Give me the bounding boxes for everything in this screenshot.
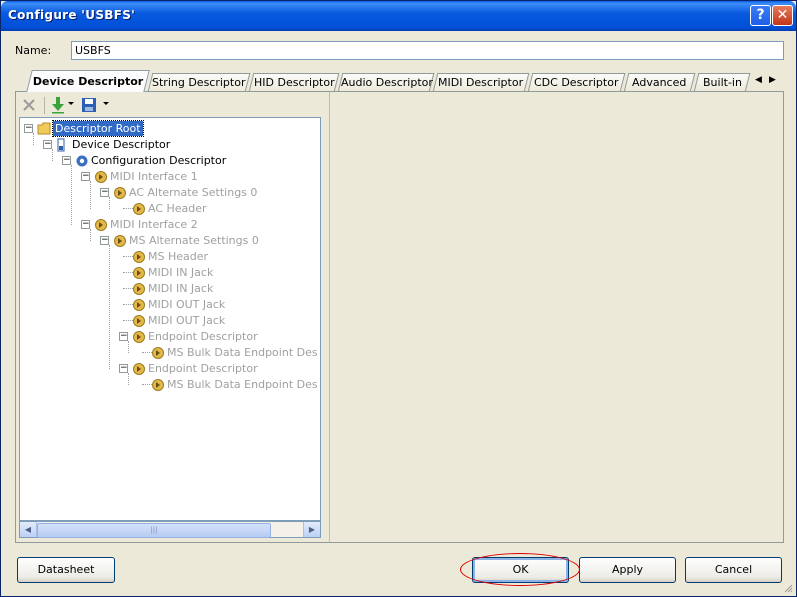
delete-icon[interactable] [22, 98, 36, 112]
descriptor-properties-panel [329, 92, 783, 542]
speaker-icon [113, 186, 126, 199]
scroll-right-button[interactable]: ▶ [303, 522, 320, 537]
tree-node[interactable]: Endpoint Descriptor [148, 361, 258, 376]
panel-splitter[interactable] [322, 92, 329, 542]
tab-scroll-right-icon[interactable]: ▶ [769, 75, 776, 85]
tree-connector-line [128, 341, 129, 353]
device-icon [56, 138, 68, 152]
descriptor-tree[interactable]: − Descriptor Root − Device Descriptor − Confi… [19, 117, 321, 521]
tab-scroll-left-icon[interactable]: ◀ [755, 75, 762, 85]
tab-hid-descriptor[interactable]: HID Descriptor [248, 73, 340, 92]
tree-node[interactable]: Configuration Descriptor [91, 153, 226, 168]
tree-node[interactable]: MIDI OUT Jack [148, 313, 225, 328]
tree-node[interactable]: MIDI IN Jack [148, 281, 213, 296]
tab-midi-descriptor[interactable]: MIDI Descriptor [432, 73, 530, 92]
tab-cdc-descriptor[interactable]: CDC Descriptor [527, 73, 626, 92]
tree-connector-line [109, 197, 110, 209]
dropdown-arrow-icon[interactable] [103, 102, 109, 106]
tree-collapse-toggle[interactable]: − [24, 124, 33, 133]
tree-collapse-toggle[interactable]: − [119, 332, 128, 341]
tree-collapse-toggle[interactable]: − [43, 140, 52, 149]
tree-node[interactable]: MS Bulk Data Endpoint Des [167, 377, 318, 392]
folder-icon [37, 122, 51, 135]
tree-node[interactable]: AC Header [148, 201, 207, 216]
close-button[interactable]: ✕ [772, 5, 793, 26]
tree-collapse-toggle[interactable]: − [119, 364, 128, 373]
tree-horizontal-scrollbar[interactable]: ◀ ||| ▶ [19, 521, 321, 538]
tab-strip: Device Descriptor String Descriptor HID … [19, 70, 779, 92]
tree-node[interactable]: MS Header [148, 249, 208, 264]
name-input[interactable]: USBFS [71, 41, 784, 60]
import-arrow-down-icon[interactable] [51, 96, 65, 114]
gear-icon [75, 154, 88, 167]
title-bar[interactable]: Configure 'USBFS' ? ✕ [1, 1, 796, 31]
speaker-icon [94, 218, 107, 231]
tree-toolbar [18, 93, 320, 118]
save-floppy-icon[interactable] [81, 97, 97, 113]
tree-node[interactable]: MIDI Interface 1 [110, 169, 198, 184]
name-label: Name: [15, 44, 52, 57]
resize-grip-icon[interactable] [783, 583, 793, 593]
tree-collapse-toggle[interactable]: − [81, 220, 90, 229]
speaker-icon [151, 346, 164, 359]
tree-connector-line [71, 165, 72, 225]
tab-built-in[interactable]: Built-in [693, 73, 751, 92]
tree-collapse-toggle[interactable]: − [100, 188, 109, 197]
datasheet-button[interactable]: Datasheet [17, 557, 115, 583]
tree-connector-line [52, 149, 53, 161]
speaker-icon [132, 330, 145, 343]
tree-node[interactable]: MS Bulk Data Endpoint Des [167, 345, 318, 360]
tree-node[interactable]: Endpoint Descriptor [148, 329, 258, 344]
tree-node[interactable]: Device Descriptor [72, 137, 170, 152]
window-title: Configure 'USBFS' [8, 8, 136, 22]
configure-dialog: Configure 'USBFS' ? ✕ Name: USBFS Device… [0, 0, 797, 597]
annotation-ring [460, 553, 580, 586]
tab-audio-descriptor[interactable]: Audio Descriptor [337, 73, 435, 92]
scroll-thumb[interactable]: ||| [37, 523, 271, 538]
tree-connector-line [33, 133, 34, 145]
tree-node[interactable]: AC Alternate Settings 0 [129, 185, 257, 200]
tab-advanced[interactable]: Advanced [623, 73, 696, 92]
speaker-icon [94, 170, 107, 183]
tree-connector-line [90, 181, 91, 209]
tree-collapse-toggle[interactable]: − [62, 156, 71, 165]
apply-button[interactable]: Apply [579, 557, 676, 583]
tree-connector-line [128, 373, 129, 385]
tree-collapse-toggle[interactable]: − [100, 236, 109, 245]
help-button[interactable]: ? [750, 5, 771, 26]
speaker-icon [132, 266, 145, 279]
tree-node[interactable]: MIDI IN Jack [148, 265, 213, 280]
toolbar-divider [44, 97, 45, 114]
tree-node[interactable]: MS Alternate Settings 0 [129, 233, 259, 248]
speaker-icon [132, 314, 145, 327]
tree-node[interactable]: Descriptor Root [52, 120, 144, 137]
speaker-icon [132, 282, 145, 295]
tab-string-descriptor[interactable]: String Descriptor [147, 73, 251, 92]
dropdown-arrow-icon[interactable] [68, 102, 74, 106]
tree-connector-line [109, 245, 110, 369]
speaker-icon [132, 250, 145, 263]
scroll-left-button[interactable]: ◀ [20, 522, 37, 537]
speaker-icon [151, 378, 164, 391]
tree-node[interactable]: MIDI OUT Jack [148, 297, 225, 312]
speaker-icon [132, 202, 145, 215]
speaker-icon [113, 234, 126, 247]
speaker-icon [132, 362, 145, 375]
speaker-icon [132, 298, 145, 311]
tree-collapse-toggle[interactable]: − [81, 172, 90, 181]
tab-device-descriptor[interactable]: Device Descriptor [26, 70, 150, 92]
tree-node[interactable]: MIDI Interface 2 [110, 217, 198, 232]
tree-connector-line [90, 229, 91, 241]
cancel-button[interactable]: Cancel [685, 557, 782, 583]
